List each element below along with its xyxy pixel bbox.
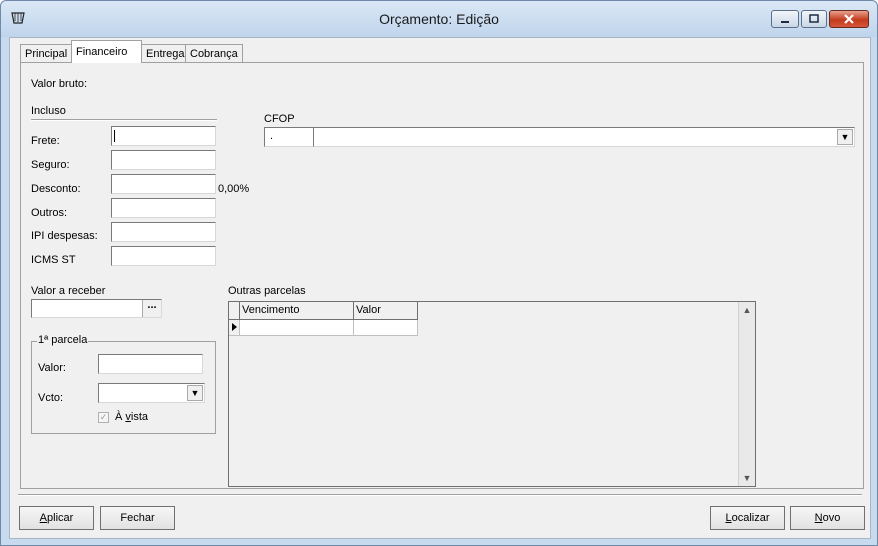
maximize-button[interactable] xyxy=(801,10,827,28)
incluso-separator xyxy=(31,119,217,121)
outras-parcelas-label: Outras parcelas xyxy=(228,285,306,297)
valor-receber-input[interactable]: ... xyxy=(31,299,162,318)
chevron-down-icon: ▼ xyxy=(840,132,850,142)
grid-header-vencimento[interactable]: Vencimento xyxy=(240,302,354,320)
cfop-code-value: . xyxy=(270,130,274,142)
chevron-down-icon: ▼ xyxy=(190,388,200,398)
grid-vertical-scrollbar[interactable]: ▲ ▼ xyxy=(738,302,755,486)
frete-label: Frete: xyxy=(31,135,60,147)
seguro-input[interactable] xyxy=(111,150,216,170)
grid-row-indicator xyxy=(229,320,240,336)
grid-cell-vencimento[interactable] xyxy=(240,320,354,336)
parcela-vcto-dropdown-button[interactable]: ▼ xyxy=(187,385,203,401)
outros-label: Outros: xyxy=(31,207,68,219)
frete-input[interactable] xyxy=(111,126,216,146)
desconto-percent: 0,00% xyxy=(218,183,250,195)
valor-bruto-label: Valor bruto: xyxy=(31,78,88,90)
a-vista-checkbox[interactable]: ✓ xyxy=(98,412,109,423)
financeiro-panel: Valor bruto: Incluso Frete: Seguro: Desc… xyxy=(20,62,864,489)
ipi-despesas-label: IPI despesas: xyxy=(31,230,98,242)
icms-st-input[interactable] xyxy=(111,246,216,266)
a-vista-label: À vista xyxy=(115,411,149,423)
seguro-label: Seguro: xyxy=(31,159,70,171)
valor-receber-label: Valor a receber xyxy=(31,285,106,297)
minimize-button[interactable] xyxy=(771,10,799,28)
close-icon xyxy=(844,14,854,24)
tab-principal[interactable]: Principal xyxy=(20,44,72,62)
maximize-icon xyxy=(809,14,819,23)
scroll-down-icon[interactable]: ▼ xyxy=(739,470,755,486)
parcela-valor-label: Valor: xyxy=(38,362,66,374)
title-bar[interactable]: Orçamento: Edição xyxy=(1,1,877,37)
close-button[interactable] xyxy=(829,10,869,28)
footer-separator xyxy=(18,494,862,496)
checkmark-icon: ✓ xyxy=(99,412,108,422)
fechar-button[interactable]: Fechar xyxy=(100,506,175,530)
valor-receber-ellipsis-button[interactable]: ... xyxy=(142,300,161,317)
tab-entrega[interactable]: Entrega xyxy=(141,44,186,62)
desconto-label: Desconto: xyxy=(31,183,81,195)
cfop-code-input[interactable]: . xyxy=(264,127,314,147)
grid-indicator-header xyxy=(229,302,240,320)
client-area: Principal Financeiro Entrega Cobrança Va… xyxy=(9,37,871,539)
outras-parcelas-grid[interactable]: Vencimento Valor ▲ ▼ xyxy=(228,301,756,487)
primeira-parcela-group: 1ª parcela Valor: Vcto: ▼ ✓ À vista xyxy=(31,334,216,434)
tab-cobranca[interactable]: Cobrança xyxy=(185,44,243,62)
current-row-arrow-icon xyxy=(232,323,237,331)
grid-header-valor[interactable]: Valor xyxy=(354,302,418,320)
minimize-icon xyxy=(781,21,789,23)
ipi-despesas-input[interactable] xyxy=(111,222,216,242)
primeira-parcela-title: 1ª parcela xyxy=(37,334,89,346)
cfop-description-combo[interactable]: ▼ xyxy=(313,127,855,147)
grid-cell-valor[interactable] xyxy=(354,320,418,336)
window-title: Orçamento: Edição xyxy=(379,11,499,27)
icms-st-label: ICMS ST xyxy=(31,254,76,266)
aplicar-button[interactable]: Aplicar xyxy=(19,506,94,530)
novo-button[interactable]: Novo xyxy=(790,506,865,530)
cfop-dropdown-button[interactable]: ▼ xyxy=(837,129,853,145)
desconto-input[interactable] xyxy=(111,174,216,194)
parcela-vcto-combo[interactable]: ▼ xyxy=(98,383,205,403)
parcela-valor-input[interactable] xyxy=(98,354,203,374)
scroll-up-icon[interactable]: ▲ xyxy=(739,302,755,318)
outros-input[interactable] xyxy=(111,198,216,218)
main-window: Orçamento: Edição Principal Financeiro E… xyxy=(0,0,878,546)
localizar-button[interactable]: Localizar xyxy=(710,506,785,530)
cfop-label: CFOP xyxy=(264,113,295,125)
incluso-label: Incluso xyxy=(31,105,66,117)
parcela-vcto-label: Vcto: xyxy=(38,392,64,404)
tab-financeiro[interactable]: Financeiro xyxy=(71,40,142,63)
